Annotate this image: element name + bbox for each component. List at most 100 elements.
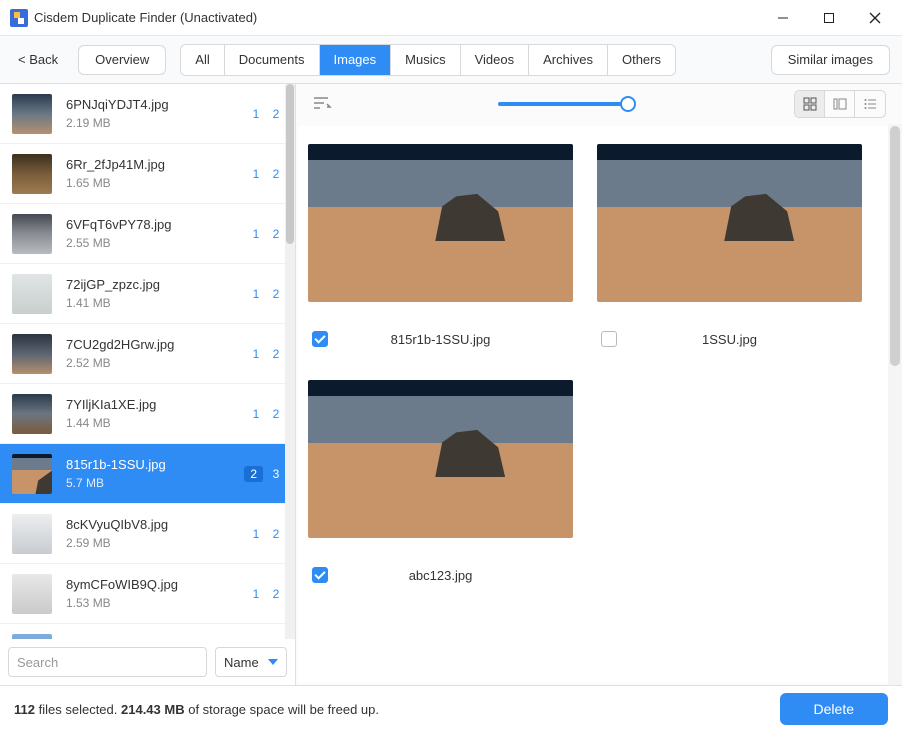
main-toolbar: [296, 84, 902, 124]
badge-selected: 1: [249, 107, 263, 121]
badge-selected: 2: [244, 466, 263, 482]
select-checkbox[interactable]: [312, 567, 328, 583]
file-name: 7CU2gd2HGrw.jpg: [66, 337, 249, 352]
list-item[interactable]: 6PNJqiYDJT4.jpg 2.19 MB12: [0, 84, 295, 144]
list-item[interactable]: 9fAfDff4wUI.jpg: [0, 624, 295, 639]
list-item[interactable]: 8ymCFoWIB9Q.jpg 1.53 MB12: [0, 564, 295, 624]
badge-total: 2: [269, 287, 283, 301]
list-item[interactable]: 7YIljKIa1XE.jpg 1.44 MB12: [0, 384, 295, 444]
file-name: 8ymCFoWIB9Q.jpg: [66, 577, 249, 592]
sort-select[interactable]: Name: [215, 647, 287, 677]
sidebar-scrollbar[interactable]: [285, 84, 295, 639]
status-size-label: of storage space will be freed up.: [188, 702, 379, 717]
view-mode-toggle: [794, 90, 886, 118]
list-item[interactable]: 7CU2gd2HGrw.jpg 2.52 MB12: [0, 324, 295, 384]
list-item[interactable]: 6Rr_2fJp41M.jpg 1.65 MB12: [0, 144, 295, 204]
badge-selected: 1: [249, 347, 263, 361]
file-name: 6Rr_2fJp41M.jpg: [66, 157, 249, 172]
overview-button[interactable]: Overview: [78, 45, 166, 75]
thumbnail: [12, 634, 52, 640]
badge-selected: 1: [249, 587, 263, 601]
list-item[interactable]: 6VFqT6vPY78.jpg2.55 MB12: [0, 204, 295, 264]
file-name: 6VFqT6vPY78.jpg: [66, 217, 249, 232]
file-size: 1.65 MB: [66, 176, 249, 190]
file-size: 2.19 MB: [66, 116, 249, 130]
preview-name: abc123.jpg: [409, 568, 473, 583]
tab-others[interactable]: Others: [608, 45, 675, 75]
search-input[interactable]: Search: [8, 647, 207, 677]
badge-selected: 1: [249, 407, 263, 421]
delete-button[interactable]: Delete: [780, 693, 888, 725]
sort-icon[interactable]: [312, 95, 332, 114]
list-item[interactable]: 8cKVyuQIbV8.jpg2.59 MB12: [0, 504, 295, 564]
close-button[interactable]: [852, 0, 898, 36]
file-size: 2.55 MB: [66, 236, 249, 250]
thumbnail: [12, 334, 52, 374]
file-name: 72ijGP_zpzc.jpg: [66, 277, 249, 292]
file-size: 1.53 MB: [66, 596, 249, 610]
maximize-button[interactable]: [806, 0, 852, 36]
preview-grid: 815r1b-1SSU.jpg 1SSU.jpg abc123.jpg: [298, 126, 888, 683]
thumbnail: [12, 274, 52, 314]
select-checkbox[interactable]: [312, 331, 328, 347]
list-item[interactable]: 72ijGP_zpzc.jpg1.41 MB12: [0, 264, 295, 324]
titlebar: Cisdem Duplicate Finder (Unactivated): [0, 0, 902, 36]
badge-total: 2: [269, 347, 283, 361]
app-logo-icon: [10, 9, 28, 27]
tab-musics[interactable]: Musics: [391, 45, 460, 75]
thumbnail: [12, 514, 52, 554]
file-name: 6PNJqiYDJT4.jpg: [66, 97, 249, 112]
badge-total: 2: [269, 107, 283, 121]
badge-total: 3: [269, 467, 283, 481]
back-button[interactable]: < Back: [12, 48, 64, 71]
preview-image[interactable]: [308, 380, 573, 538]
file-name: 8cKVyuQIbV8.jpg: [66, 517, 249, 532]
preview-card: 815r1b-1SSU.jpg: [308, 144, 573, 350]
main-scrollbar[interactable]: [888, 124, 902, 685]
chevron-down-icon: [268, 659, 278, 665]
badge-total: 2: [269, 167, 283, 181]
view-list-icon[interactable]: [855, 91, 885, 117]
thumbnail: [12, 154, 52, 194]
tab-documents[interactable]: Documents: [225, 45, 320, 75]
preview-card: abc123.jpg: [308, 380, 573, 586]
file-size: 2.52 MB: [66, 356, 249, 370]
tab-archives[interactable]: Archives: [529, 45, 608, 75]
content: 6PNJqiYDJT4.jpg2.19 MB126Rr_2fJp41M.jpg1…: [0, 84, 902, 686]
file-list: 6PNJqiYDJT4.jpg2.19 MB126Rr_2fJp41M.jpg1…: [0, 84, 295, 639]
thumbnail: [12, 94, 52, 134]
preview-card: 1SSU.jpg: [597, 144, 862, 350]
preview-image[interactable]: [308, 144, 573, 302]
badge-total: 2: [269, 527, 283, 541]
list-item[interactable]: 815r1b-1SSU.jpg 5.7 MB23: [0, 444, 295, 504]
select-checkbox[interactable]: [601, 331, 617, 347]
tab-videos[interactable]: Videos: [461, 45, 530, 75]
category-tabs: AllDocumentsImagesMusicsVideosArchivesOt…: [180, 44, 676, 76]
zoom-slider[interactable]: [332, 102, 794, 106]
status-bar: 112 files selected. 214.43 MB of storage…: [0, 686, 902, 732]
file-size: 2.59 MB: [66, 536, 249, 550]
file-name: 7YIljKIa1XE.jpg: [66, 397, 249, 412]
file-size: 5.7 MB: [66, 476, 244, 490]
badge-selected: 1: [249, 227, 263, 241]
thumbnail: [12, 214, 52, 254]
view-columns-icon[interactable]: [825, 91, 855, 117]
badge-selected: 1: [249, 167, 263, 181]
badge-total: 2: [269, 407, 283, 421]
preview-image[interactable]: [597, 144, 862, 302]
file-name: 815r1b-1SSU.jpg: [66, 457, 244, 472]
status-text: 112 files selected. 214.43 MB of storage…: [14, 702, 379, 717]
preview-name: 815r1b-1SSU.jpg: [391, 332, 491, 347]
tab-all[interactable]: All: [181, 45, 224, 75]
file-size: 1.44 MB: [66, 416, 249, 430]
sort-label: Name: [224, 655, 259, 670]
similar-images-button[interactable]: Similar images: [771, 45, 890, 75]
minimize-button[interactable]: [760, 0, 806, 36]
badge-total: 2: [269, 587, 283, 601]
toolbar: < Back Overview AllDocumentsImagesMusics…: [0, 36, 902, 84]
status-count: 112: [14, 702, 35, 717]
tab-images[interactable]: Images: [320, 45, 392, 75]
sidebar-footer: Search Name: [0, 639, 295, 685]
status-size: 214.43 MB: [121, 702, 185, 717]
view-grid-icon[interactable]: [795, 91, 825, 117]
